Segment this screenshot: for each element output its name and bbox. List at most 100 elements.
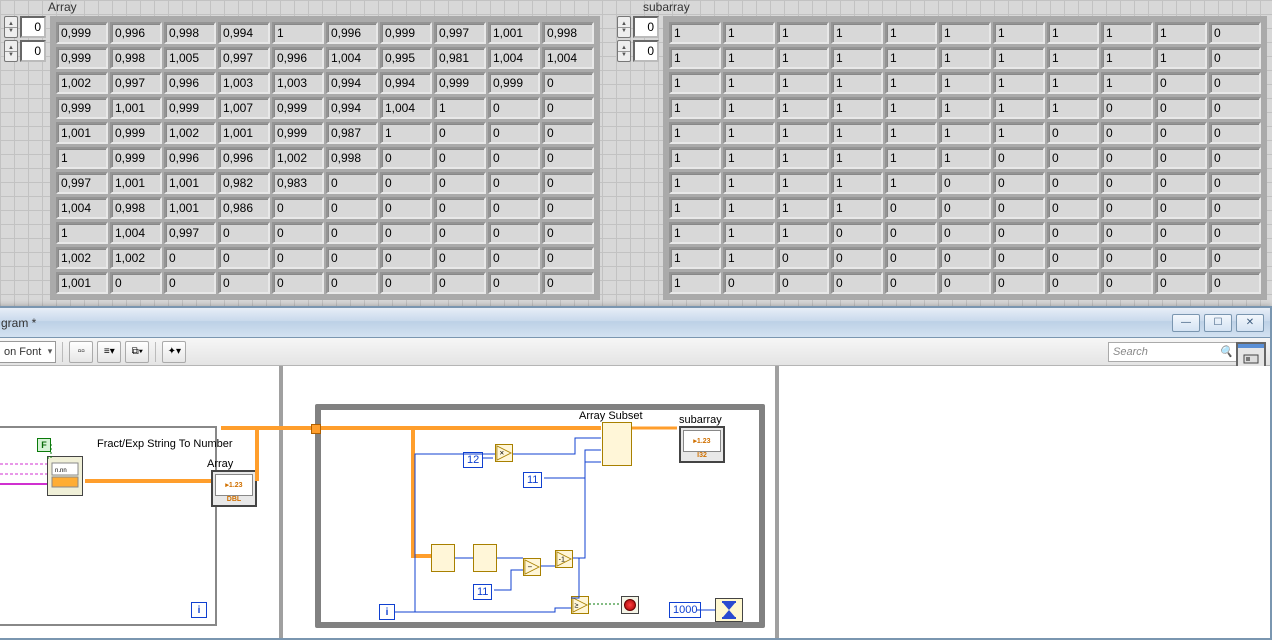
- array-cell[interactable]: 0: [993, 172, 1045, 194]
- array-cell[interactable]: 0: [1209, 122, 1261, 144]
- array-cell[interactable]: 0: [488, 147, 540, 169]
- array-cell[interactable]: 0: [380, 247, 432, 269]
- array-subset-node[interactable]: [602, 422, 632, 466]
- subarray-row-index-spinner[interactable]: ▲▼: [617, 16, 631, 38]
- array-cell[interactable]: 0: [885, 272, 937, 294]
- array-cell[interactable]: 1,005: [164, 47, 216, 69]
- array-cell[interactable]: 0: [542, 122, 594, 144]
- decrement-node[interactable]: -1: [555, 550, 573, 568]
- subarray-row-index[interactable]: 0: [633, 16, 659, 38]
- array-cell[interactable]: 1,004: [488, 47, 540, 69]
- array-cell[interactable]: 1: [1101, 22, 1153, 44]
- array-cell[interactable]: 0: [1209, 172, 1261, 194]
- array-cell[interactable]: 0,999: [272, 97, 324, 119]
- subtract-node[interactable]: −: [523, 558, 541, 576]
- cleanup-button[interactable]: ✦▾: [162, 341, 186, 363]
- array-cell[interactable]: 0: [939, 172, 991, 194]
- font-selector[interactable]: on Font: [0, 341, 56, 363]
- array-cell[interactable]: 1: [1047, 22, 1099, 44]
- subarray-col-index-spinner[interactable]: ▲▼: [617, 40, 631, 62]
- for-loop-left[interactable]: [0, 426, 217, 626]
- array-cell[interactable]: 0: [885, 222, 937, 244]
- array-cell[interactable]: 0: [993, 197, 1045, 219]
- array-cell[interactable]: 0: [380, 147, 432, 169]
- array-cell[interactable]: 1: [669, 147, 721, 169]
- array-cell[interactable]: 0,995: [380, 47, 432, 69]
- array-cell[interactable]: 1: [272, 22, 324, 44]
- array-cell[interactable]: 1,001: [488, 22, 540, 44]
- array-cell[interactable]: 1: [993, 122, 1045, 144]
- array-cell[interactable]: 1: [885, 147, 937, 169]
- array-cell[interactable]: 0: [777, 272, 829, 294]
- array-cell[interactable]: 1,004: [380, 97, 432, 119]
- array-cell[interactable]: 1: [831, 47, 883, 69]
- array-cell[interactable]: 0,999: [110, 147, 162, 169]
- array-cell[interactable]: 0: [939, 272, 991, 294]
- array-cell[interactable]: 0: [1047, 172, 1099, 194]
- array-cell[interactable]: 1,001: [110, 172, 162, 194]
- array-cell[interactable]: 0,997: [218, 47, 270, 69]
- array-cell[interactable]: 1: [885, 22, 937, 44]
- array-cell[interactable]: 0: [939, 222, 991, 244]
- array-cell[interactable]: 0: [272, 222, 324, 244]
- numeric-constant-12[interactable]: 12: [463, 452, 483, 468]
- array-cell[interactable]: 1: [885, 47, 937, 69]
- array-cell[interactable]: 0: [993, 147, 1045, 169]
- array-cell[interactable]: 0: [1209, 247, 1261, 269]
- search-input[interactable]: Search 🔍: [1108, 342, 1238, 362]
- array-cell[interactable]: 0: [488, 247, 540, 269]
- array-cell[interactable]: 0: [1209, 97, 1261, 119]
- array-cell[interactable]: 0: [1209, 22, 1261, 44]
- array-cell[interactable]: 0: [542, 147, 594, 169]
- array-cell[interactable]: 1,004: [542, 47, 594, 69]
- array-cell[interactable]: 1: [56, 222, 108, 244]
- array-cell[interactable]: 1: [669, 122, 721, 144]
- numeric-constant-11b[interactable]: 11: [473, 584, 492, 600]
- array-cell[interactable]: 0: [1101, 147, 1153, 169]
- array-cell[interactable]: 0: [380, 272, 432, 294]
- array-col-index-spinner[interactable]: ▲▼: [4, 40, 18, 62]
- array-cell[interactable]: 0: [272, 247, 324, 269]
- array-cell[interactable]: 1: [939, 122, 991, 144]
- array-cell[interactable]: 1,003: [272, 72, 324, 94]
- array-cell[interactable]: 0,999: [110, 122, 162, 144]
- array-cell[interactable]: 0: [488, 172, 540, 194]
- array-cell[interactable]: 1: [1101, 47, 1153, 69]
- array-cell[interactable]: 0: [380, 222, 432, 244]
- array-cell[interactable]: 0: [434, 272, 486, 294]
- array-cell[interactable]: 1: [669, 272, 721, 294]
- array-cell[interactable]: 1: [939, 72, 991, 94]
- array-cell[interactable]: 0: [488, 222, 540, 244]
- array-cell[interactable]: 1,001: [110, 97, 162, 119]
- array-cell[interactable]: 0,996: [110, 22, 162, 44]
- array-cell[interactable]: 1,002: [56, 72, 108, 94]
- array-cell[interactable]: 0: [434, 147, 486, 169]
- array-cell[interactable]: 0: [1047, 222, 1099, 244]
- array-cell[interactable]: 0: [1047, 122, 1099, 144]
- array-cell[interactable]: 1: [777, 122, 829, 144]
- array-cell[interactable]: 1,003: [218, 72, 270, 94]
- array-cell[interactable]: 0: [1101, 122, 1153, 144]
- array-cell[interactable]: 0,998: [110, 47, 162, 69]
- array-col-index[interactable]: 0: [20, 40, 46, 62]
- array-cell[interactable]: 0,999: [164, 97, 216, 119]
- subarray-col-index[interactable]: 0: [633, 40, 659, 62]
- array-cell[interactable]: 1: [669, 172, 721, 194]
- array-cell[interactable]: 0: [939, 197, 991, 219]
- array-cell[interactable]: 0: [723, 272, 775, 294]
- array-cell[interactable]: 1: [1101, 72, 1153, 94]
- array-cell[interactable]: 0,996: [218, 147, 270, 169]
- array-cell[interactable]: 1: [777, 147, 829, 169]
- array-cell[interactable]: 1: [1047, 47, 1099, 69]
- array-cell[interactable]: 0,999: [56, 47, 108, 69]
- array-cell[interactable]: 0: [831, 272, 883, 294]
- array-cell[interactable]: 1: [1155, 47, 1207, 69]
- array-cell[interactable]: 0: [1101, 222, 1153, 244]
- array-cell[interactable]: 1: [669, 22, 721, 44]
- array-cell[interactable]: 0,996: [272, 47, 324, 69]
- array-cell[interactable]: 0: [1101, 197, 1153, 219]
- array-cell[interactable]: 0: [1155, 147, 1207, 169]
- array-cell[interactable]: 1: [777, 47, 829, 69]
- array-cell[interactable]: 0: [1209, 197, 1261, 219]
- array-cell[interactable]: 0: [542, 222, 594, 244]
